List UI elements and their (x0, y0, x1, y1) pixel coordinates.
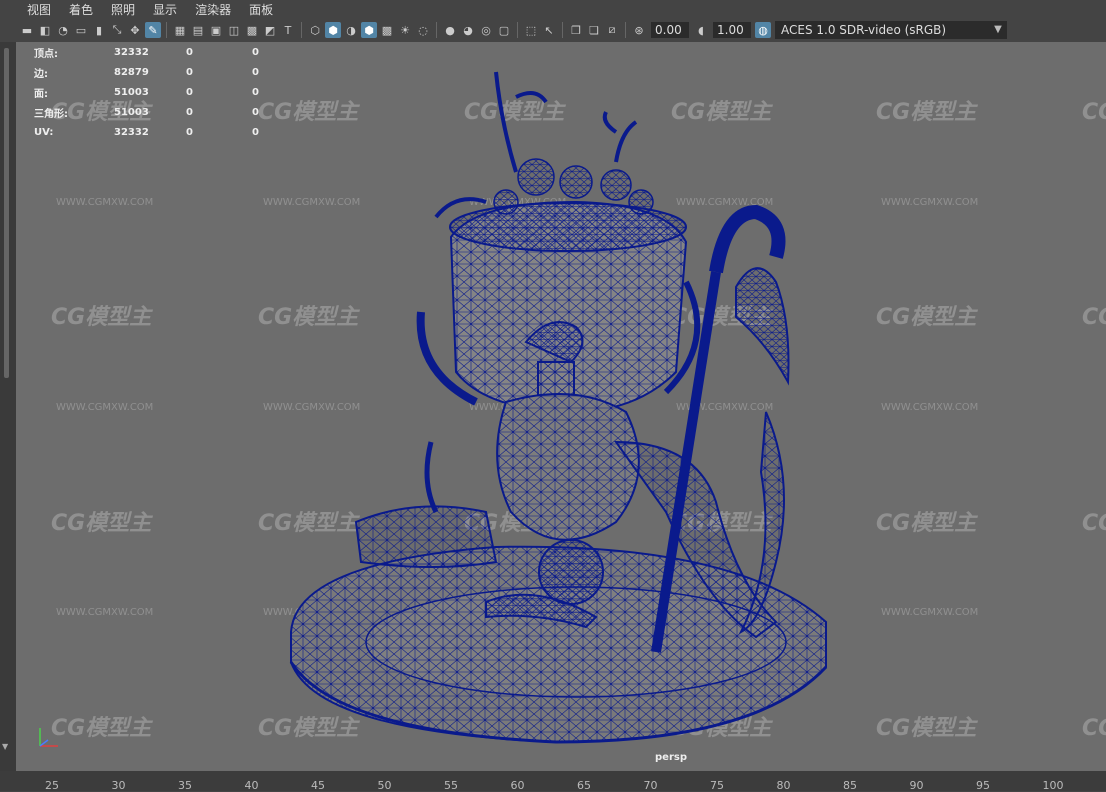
gamma-icon[interactable]: ◖ (693, 22, 709, 38)
panel-toolbar: ▬ ◧ ◔ ▭ ▮ ⤡ ✥ ✎ ▦ ▤ ▣ ◫ ▩ ◩ T ⬡ ⬢ ◑ ⬢ ▩ … (0, 18, 1106, 42)
poly-count-hud: 顶点: 32332 0 0 边: 82879 0 0 面: 51003 0 0 … (34, 42, 292, 142)
timeline-tick-label: 95 (976, 779, 990, 792)
timeline-tick-label: 70 (643, 779, 658, 792)
timeline-tick-label: 55 (444, 779, 458, 792)
xray-icon[interactable]: ↖ (541, 22, 557, 38)
timeline-tick-label: 100 (1042, 779, 1064, 792)
isolate-select-icon[interactable]: ⬚ (523, 22, 539, 38)
timeline-tick-label: 65 (577, 779, 591, 792)
camera-name-label: persp (655, 752, 687, 763)
wireframe-model (289, 71, 828, 744)
toolbar-divider (625, 22, 626, 38)
vertical-scrollbar[interactable] (4, 48, 9, 378)
bookmarks-icon[interactable]: ◔ (55, 22, 71, 38)
gate-mask-icon[interactable]: ◫ (226, 22, 242, 38)
view-transform-value: ACES 1.0 SDR-video (sRGB) (781, 23, 947, 37)
persp-viewport[interactable]: CG模型主CG模型主CG模型主CG模型主CG模型主CG模型主CG模型主CG模型主… (16, 42, 1106, 771)
timeline-tick-label: 40 (244, 779, 259, 792)
scroll-down-icon[interactable]: ▼ (2, 742, 8, 751)
xray-joints-icon[interactable]: ❐ (568, 22, 584, 38)
timeline-tick-label: 85 (843, 779, 857, 792)
timeline-tick-label: 30 (111, 779, 126, 792)
menu-bar: 视图 着色 照明 显示 渲染器 面板 (0, 0, 1106, 18)
default-material-icon[interactable]: ◑ (343, 22, 359, 38)
xray-active-icon[interactable]: ❏ (586, 22, 602, 38)
menu-shading[interactable]: 着色 (60, 1, 102, 18)
pencil-icon[interactable]: ✎ (145, 22, 161, 38)
use-all-lights-icon[interactable]: ☀ (397, 22, 413, 38)
timeline-tick-label: 90 (909, 779, 924, 792)
backface-culling-icon[interactable]: ⧄ (604, 22, 620, 38)
hud-row-vertices: 顶点: 32332 0 0 (34, 46, 259, 60)
timeline-tick-label: 80 (776, 779, 791, 792)
menu-show[interactable]: 显示 (144, 1, 186, 18)
film-gate-icon[interactable]: ▤ (190, 22, 206, 38)
timeline-tick-label: 75 (710, 779, 724, 792)
axis-gizmo-icon (39, 728, 58, 747)
wireframe-on-shaded-icon[interactable]: ⬢ (361, 22, 377, 38)
timeline-tick-label: 45 (311, 779, 325, 792)
menu-lighting[interactable]: 照明 (102, 1, 144, 18)
resolution-gate-icon[interactable]: ▣ (208, 22, 224, 38)
safe-title-icon[interactable]: T (280, 22, 296, 38)
chevron-down-icon: ▼ (994, 24, 1002, 35)
hud-row-faces: 面: 51003 0 0 (34, 86, 259, 100)
hud-row-edges: 边: 82879 0 0 (34, 66, 259, 80)
timeline-ruler[interactable]: 25 30 35 40 45 50 55 60 65 70 75 80 85 90 95 100 (0, 771, 1106, 792)
toolbar-divider (436, 22, 437, 38)
menu-view[interactable]: 视图 (0, 1, 60, 18)
timeline-tick-label: 25 (45, 779, 59, 792)
field-chart-icon[interactable]: ▩ (244, 22, 260, 38)
hud-row-uvs: UV: 32332 0 0 (34, 126, 259, 138)
smooth-shade-icon[interactable]: ⬢ (325, 22, 341, 38)
fruits (434, 71, 654, 219)
camera-attributes-icon[interactable]: ◧ (37, 22, 53, 38)
view-transform-dropdown[interactable]: ACES 1.0 SDR-video (sRGB) ▼ (775, 21, 1007, 39)
shadows-icon[interactable]: ◌ (415, 22, 431, 38)
wireframe-icon[interactable]: ⬡ (307, 22, 323, 38)
gamma-field[interactable]: 1.00 (713, 22, 751, 38)
exposure-field[interactable]: 0.00 (651, 22, 689, 38)
twod-pan-icon[interactable]: ⤡ (109, 22, 125, 38)
menu-panels[interactable]: 面板 (240, 1, 282, 18)
toolbar-divider (301, 22, 302, 38)
bookmark-icon[interactable]: ▮ (91, 22, 107, 38)
toolbar-divider (562, 22, 563, 38)
textured-icon[interactable]: ▩ (379, 22, 395, 38)
grease-pencil-icon[interactable]: ✥ (127, 22, 143, 38)
timeline-tick-label: 60 (510, 779, 525, 792)
select-camera-icon[interactable]: ▬ (19, 22, 35, 38)
image-plane-icon[interactable]: ▭ (73, 22, 89, 38)
hud-row-triangles: 三角形: 51003 0 0 (34, 106, 259, 120)
timeline-tick-label: 50 (377, 779, 392, 792)
color-management-icon[interactable]: ◍ (755, 22, 771, 38)
exposure-icon[interactable]: ⊛ (631, 22, 647, 38)
grid-icon[interactable]: ▦ (172, 22, 188, 38)
toolbar-divider (517, 22, 518, 38)
screen-space-ao-icon[interactable]: ● (442, 22, 458, 38)
depth-of-field-icon[interactable]: ▢ (496, 22, 512, 38)
safe-action-icon[interactable]: ◩ (262, 22, 278, 38)
motion-blur-icon[interactable]: ◕ (460, 22, 476, 38)
toolbar-divider (166, 22, 167, 38)
multisample-aa-icon[interactable]: ◎ (478, 22, 494, 38)
menu-renderer[interactable]: 渲染器 (186, 1, 240, 18)
timeline-tick-label: 35 (178, 779, 192, 792)
